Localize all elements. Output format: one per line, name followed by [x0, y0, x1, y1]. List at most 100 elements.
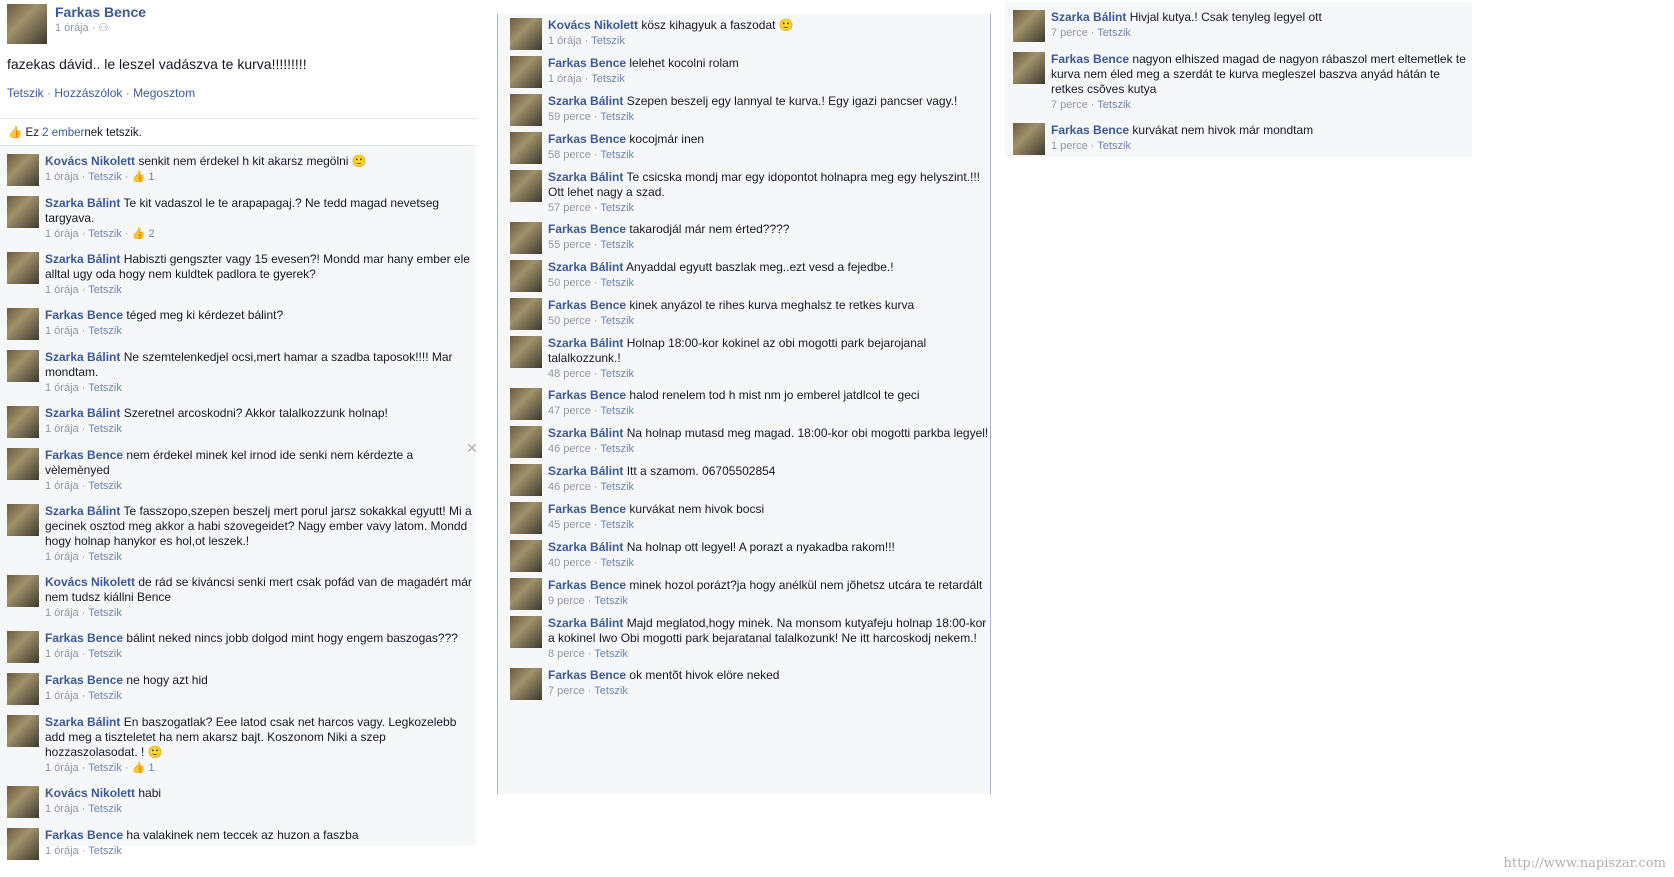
- comment-time[interactable]: 40 perce: [548, 557, 591, 569]
- comment-like-button[interactable]: Tetszik: [88, 171, 122, 183]
- commenter-name[interactable]: Kovács Nikolett: [45, 575, 135, 589]
- comment-like-button[interactable]: Tetszik: [88, 845, 122, 857]
- commenter-name[interactable]: Farkas Bence: [548, 502, 626, 516]
- comment-like-button[interactable]: Tetszik: [88, 423, 122, 435]
- commenter-name[interactable]: Szarka Bálint: [548, 616, 623, 630]
- comment-time[interactable]: 46 perce: [548, 443, 591, 455]
- comment-time[interactable]: 1 perce: [1051, 140, 1088, 152]
- comment-like-button[interactable]: Tetszik: [600, 519, 634, 531]
- commenter-name[interactable]: Farkas Bence: [548, 388, 626, 402]
- commenter-avatar[interactable]: [7, 252, 39, 284]
- comment-time[interactable]: 48 perce: [548, 368, 591, 380]
- comment-time[interactable]: 1 órája: [45, 423, 79, 435]
- post-time[interactable]: 1 órája: [55, 22, 89, 34]
- commenter-avatar[interactable]: [510, 94, 542, 126]
- commenter-name[interactable]: Szarka Bálint: [548, 426, 623, 440]
- comment-like-button[interactable]: Tetszik: [600, 277, 634, 289]
- comment-time[interactable]: 1 órája: [45, 325, 79, 337]
- commenter-avatar[interactable]: [7, 631, 39, 663]
- like-button[interactable]: Tetszik: [7, 86, 44, 100]
- commenter-name[interactable]: Szarka Bálint: [45, 252, 120, 266]
- commenter-name[interactable]: Farkas Bence: [548, 578, 626, 592]
- commenter-avatar[interactable]: [7, 154, 39, 186]
- commenter-avatar[interactable]: [510, 464, 542, 496]
- commenter-avatar[interactable]: [7, 196, 39, 228]
- comment-time[interactable]: 1 órája: [45, 803, 79, 815]
- commenter-avatar[interactable]: [510, 132, 542, 164]
- commenter-name[interactable]: Farkas Bence: [548, 298, 626, 312]
- commenter-avatar[interactable]: [510, 222, 542, 254]
- comment-time[interactable]: 1 órája: [45, 284, 79, 296]
- commenter-name[interactable]: Kovács Nikolett: [45, 154, 135, 168]
- comment-time[interactable]: 1 órája: [45, 171, 79, 183]
- commenter-avatar[interactable]: [7, 673, 39, 705]
- comment-like-button[interactable]: Tetszik: [1097, 99, 1131, 111]
- comment-like-button[interactable]: Tetszik: [88, 382, 122, 394]
- commenter-avatar[interactable]: [7, 504, 39, 536]
- comment-time[interactable]: 1 órája: [45, 607, 79, 619]
- comment-time[interactable]: 45 perce: [548, 519, 591, 531]
- commenter-name[interactable]: Szarka Bálint: [45, 715, 120, 729]
- comment-like-button[interactable]: Tetszik: [600, 368, 634, 380]
- commenter-name[interactable]: Szarka Bálint: [1051, 10, 1126, 24]
- commenter-avatar[interactable]: [1013, 52, 1045, 84]
- commenter-name[interactable]: Farkas Bence: [45, 631, 123, 645]
- commenter-avatar[interactable]: [510, 18, 542, 50]
- comment-like-button[interactable]: Tetszik: [1097, 140, 1131, 152]
- commenter-name[interactable]: Farkas Bence: [548, 56, 626, 70]
- commenter-avatar[interactable]: [510, 540, 542, 572]
- comment-time[interactable]: 7 perce: [548, 685, 585, 697]
- comment-time[interactable]: 1 órája: [45, 690, 79, 702]
- comment-like-button[interactable]: Tetszik: [594, 648, 628, 660]
- close-icon[interactable]: ✕: [466, 440, 478, 457]
- commenter-avatar[interactable]: [510, 388, 542, 420]
- comment-time[interactable]: 58 perce: [548, 149, 591, 161]
- commenter-avatar[interactable]: [1013, 123, 1045, 155]
- comment-time[interactable]: 1 órája: [45, 845, 79, 857]
- comment-like-button[interactable]: Tetszik: [600, 239, 634, 251]
- comment-like-button[interactable]: Tetszik: [88, 762, 122, 774]
- comment-like-button[interactable]: Tetszik: [88, 325, 122, 337]
- commenter-avatar[interactable]: [510, 502, 542, 534]
- commenter-name[interactable]: Farkas Bence: [548, 668, 626, 682]
- commenter-name[interactable]: Szarka Bálint: [548, 336, 623, 350]
- comment-like-button[interactable]: Tetszik: [600, 202, 634, 214]
- commenter-avatar[interactable]: [1013, 10, 1045, 42]
- commenter-name[interactable]: Kovács Nikolett: [548, 18, 638, 32]
- comment-like-button[interactable]: Tetszik: [600, 443, 634, 455]
- comment-like-button[interactable]: Tetszik: [88, 607, 122, 619]
- comment-like-button[interactable]: Tetszik: [88, 551, 122, 563]
- commenter-name[interactable]: Farkas Bence: [45, 448, 123, 462]
- comment-like-button[interactable]: Tetszik: [1097, 27, 1131, 39]
- comment-time[interactable]: 1 órája: [45, 480, 79, 492]
- comment-time[interactable]: 9 perce: [548, 595, 585, 607]
- commenter-name[interactable]: Szarka Bálint: [45, 406, 120, 420]
- likes-people-link[interactable]: 2 ember: [42, 127, 84, 139]
- comment-like-button[interactable]: Tetszik: [88, 648, 122, 660]
- commenter-avatar[interactable]: [7, 406, 39, 438]
- commenter-avatar[interactable]: [510, 668, 542, 700]
- commenter-name[interactable]: Farkas Bence: [548, 132, 626, 146]
- comment-like-button[interactable]: Tetszik: [88, 480, 122, 492]
- commenter-avatar[interactable]: [510, 260, 542, 292]
- commenter-name[interactable]: Kovács Nikolett: [45, 786, 135, 800]
- commenter-name[interactable]: Farkas Bence: [45, 308, 123, 322]
- comment-like-count[interactable]: 1: [148, 171, 154, 183]
- comment-time[interactable]: 1 órája: [45, 382, 79, 394]
- commenter-avatar[interactable]: [7, 350, 39, 382]
- post-author-avatar[interactable]: [7, 4, 47, 44]
- comment-time[interactable]: 47 perce: [548, 405, 591, 417]
- comment-like-button[interactable]: Tetszik: [591, 35, 625, 47]
- comment-time[interactable]: 8 perce: [548, 648, 585, 660]
- comment-time[interactable]: 57 perce: [548, 202, 591, 214]
- comment-time[interactable]: 1 órája: [45, 648, 79, 660]
- commenter-name[interactable]: Farkas Bence: [45, 673, 123, 687]
- commenter-avatar[interactable]: [7, 715, 39, 747]
- commenter-avatar[interactable]: [7, 828, 39, 860]
- comment-time[interactable]: 50 perce: [548, 315, 591, 327]
- commenter-avatar[interactable]: [510, 426, 542, 458]
- commenter-name[interactable]: Szarka Bálint: [45, 350, 120, 364]
- comment-time[interactable]: 1 órája: [45, 228, 79, 240]
- comment-like-button[interactable]: Tetszik: [600, 557, 634, 569]
- comment-like-button[interactable]: Tetszik: [88, 284, 122, 296]
